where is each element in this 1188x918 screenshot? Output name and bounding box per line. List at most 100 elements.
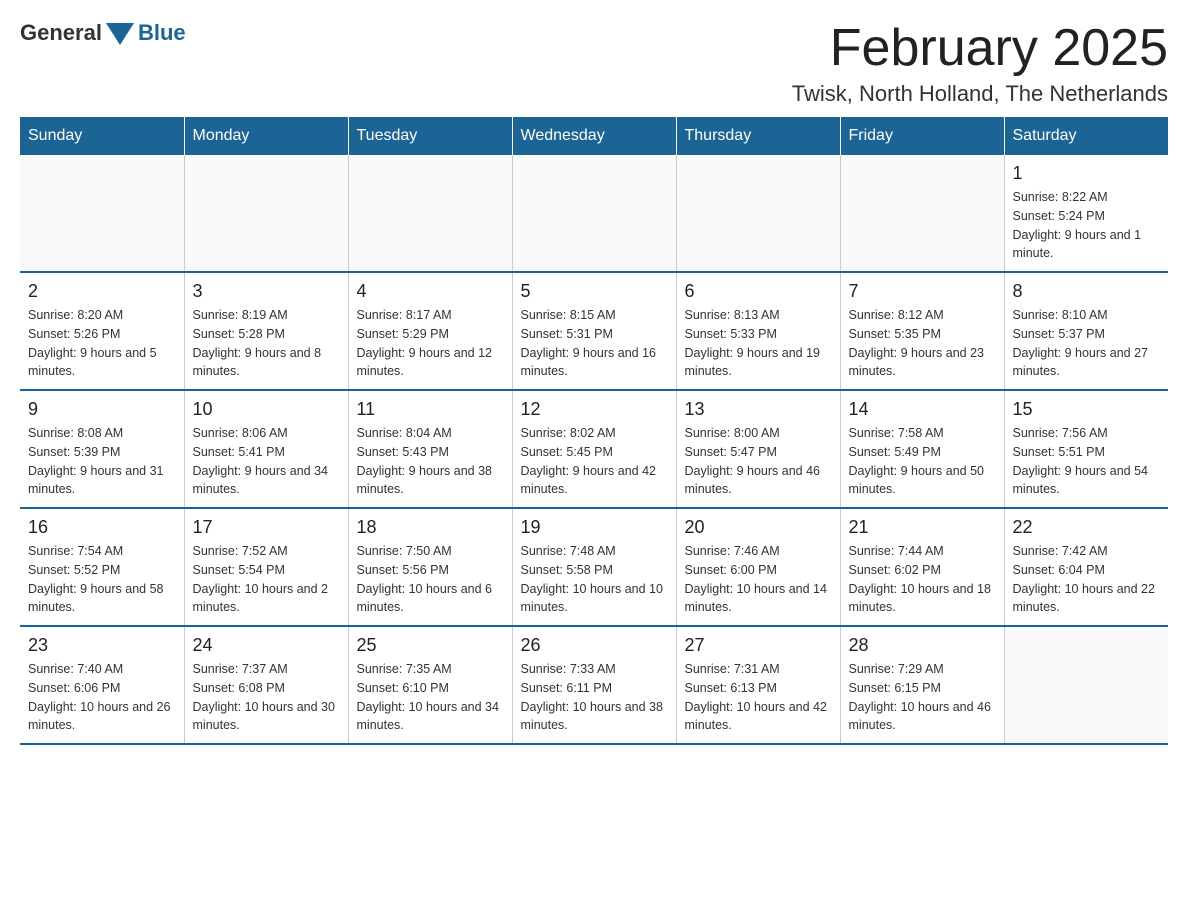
day-number: 5 xyxy=(521,281,668,302)
calendar-cell: 9 Sunrise: 8:08 AMSunset: 5:39 PMDaylight… xyxy=(20,390,184,508)
day-info: Sunrise: 8:13 AMSunset: 5:33 PMDaylight:… xyxy=(685,306,832,381)
calendar-week-row: 16 Sunrise: 7:54 AMSunset: 5:52 PMDayligh… xyxy=(20,508,1168,626)
day-info: Sunrise: 7:33 AMSunset: 6:11 PMDaylight:… xyxy=(521,660,668,735)
day-number: 22 xyxy=(1013,517,1161,538)
calendar-cell: 17Sunrise: 7:52 AMSunset: 5:54 PMDayligh… xyxy=(184,508,348,626)
calendar-cell: 4Sunrise: 8:17 AMSunset: 5:29 PMDaylight… xyxy=(348,272,512,390)
day-number: 7 xyxy=(849,281,996,302)
day-number: 25 xyxy=(357,635,504,656)
day-info: Sunrise: 7:56 AMSunset: 5:51 PMDaylight:… xyxy=(1013,424,1161,499)
day-number: 1 xyxy=(1013,163,1161,184)
calendar-cell: 14 Sunrise: 7:58 AMSunset: 5:49 PMDayligh… xyxy=(840,390,1004,508)
header-friday: Friday xyxy=(840,117,1004,155)
day-info: Sunrise: 8:20 AMSunset: 5:26 PMDaylight:… xyxy=(28,306,176,381)
day-number: 6 xyxy=(685,281,832,302)
calendar-week-row: 1 Sunrise: 8:22 AMSunset: 5:24 PMDaylight… xyxy=(20,155,1168,272)
day-info: Sunrise: 8:22 AMSunset: 5:24 PMDaylight:… xyxy=(1013,188,1161,263)
day-number: 16 xyxy=(28,517,176,538)
day-number: 26 xyxy=(521,635,668,656)
logo-blue-text: Blue xyxy=(138,20,186,46)
day-number: 27 xyxy=(685,635,832,656)
calendar-cell xyxy=(840,155,1004,272)
calendar-title: February 2025 xyxy=(792,20,1168,77)
calendar-cell: 22 Sunrise: 7:42 AMSunset: 6:04 PMDayligh… xyxy=(1004,508,1168,626)
day-info: Sunrise: 8:12 AMSunset: 5:35 PMDaylight:… xyxy=(849,306,996,381)
calendar-cell: 21 Sunrise: 7:44 AMSunset: 6:02 PMDayligh… xyxy=(840,508,1004,626)
calendar-cell: 3 Sunrise: 8:19 AMSunset: 5:28 PMDaylight… xyxy=(184,272,348,390)
day-info: Sunrise: 8:10 AMSunset: 5:37 PMDaylight:… xyxy=(1013,306,1161,381)
calendar-cell: 5Sunrise: 8:15 AMSunset: 5:31 PMDaylight… xyxy=(512,272,676,390)
day-number: 18 xyxy=(357,517,504,538)
day-number: 14 xyxy=(849,399,996,420)
day-info: Sunrise: 7:37 AMSunset: 6:08 PMDaylight:… xyxy=(193,660,340,735)
calendar-cell: 7 Sunrise: 8:12 AMSunset: 5:35 PMDaylight… xyxy=(840,272,1004,390)
calendar-cell: 8 Sunrise: 8:10 AMSunset: 5:37 PMDaylight… xyxy=(1004,272,1168,390)
day-number: 17 xyxy=(193,517,340,538)
day-number: 9 xyxy=(28,399,176,420)
logo: General Blue xyxy=(20,20,186,46)
calendar-week-row: 2 Sunrise: 8:20 AMSunset: 5:26 PMDaylight… xyxy=(20,272,1168,390)
calendar-cell xyxy=(512,155,676,272)
day-number: 21 xyxy=(849,517,996,538)
day-number: 4 xyxy=(357,281,504,302)
calendar-week-row: 23 Sunrise: 7:40 AMSunset: 6:06 PMDayligh… xyxy=(20,626,1168,744)
header-tuesday: Tuesday xyxy=(348,117,512,155)
page-header: General Blue February 2025 Twisk, North … xyxy=(20,20,1168,107)
day-number: 19 xyxy=(521,517,668,538)
calendar-cell: 28 Sunrise: 7:29 AMSunset: 6:15 PMDayligh… xyxy=(840,626,1004,744)
calendar-cell: 18 Sunrise: 7:50 AMSunset: 5:56 PMDayligh… xyxy=(348,508,512,626)
calendar-cell xyxy=(1004,626,1168,744)
calendar-cell: 20Sunrise: 7:46 AMSunset: 6:00 PMDayligh… xyxy=(676,508,840,626)
day-number: 28 xyxy=(849,635,996,656)
calendar-cell: 25 Sunrise: 7:35 AMSunset: 6:10 PMDayligh… xyxy=(348,626,512,744)
day-number: 10 xyxy=(193,399,340,420)
calendar-header-row: Sunday Monday Tuesday Wednesday Thursday… xyxy=(20,117,1168,155)
day-info: Sunrise: 8:04 AMSunset: 5:43 PMDaylight:… xyxy=(357,424,504,499)
calendar-cell: 26 Sunrise: 7:33 AMSunset: 6:11 PMDayligh… xyxy=(512,626,676,744)
calendar-cell: 27 Sunrise: 7:31 AMSunset: 6:13 PMDayligh… xyxy=(676,626,840,744)
day-info: Sunrise: 8:06 AMSunset: 5:41 PMDaylight:… xyxy=(193,424,340,499)
calendar-cell xyxy=(676,155,840,272)
day-number: 12 xyxy=(521,399,668,420)
day-number: 8 xyxy=(1013,281,1161,302)
calendar-cell: 2 Sunrise: 8:20 AMSunset: 5:26 PMDaylight… xyxy=(20,272,184,390)
calendar-subtitle: Twisk, North Holland, The Netherlands xyxy=(792,81,1168,107)
calendar-table: Sunday Monday Tuesday Wednesday Thursday… xyxy=(20,117,1168,745)
day-info: Sunrise: 7:50 AMSunset: 5:56 PMDaylight:… xyxy=(357,542,504,617)
header-sunday: Sunday xyxy=(20,117,184,155)
day-info: Sunrise: 7:54 AMSunset: 5:52 PMDaylight:… xyxy=(28,542,176,617)
day-info: Sunrise: 7:42 AMSunset: 6:04 PMDaylight:… xyxy=(1013,542,1161,617)
day-number: 13 xyxy=(685,399,832,420)
calendar-cell xyxy=(184,155,348,272)
calendar-cell: 16 Sunrise: 7:54 AMSunset: 5:52 PMDayligh… xyxy=(20,508,184,626)
day-number: 2 xyxy=(28,281,176,302)
calendar-cell: 24Sunrise: 7:37 AMSunset: 6:08 PMDayligh… xyxy=(184,626,348,744)
calendar-cell: 23 Sunrise: 7:40 AMSunset: 6:06 PMDayligh… xyxy=(20,626,184,744)
day-info: Sunrise: 7:40 AMSunset: 6:06 PMDaylight:… xyxy=(28,660,176,735)
calendar-cell: 6 Sunrise: 8:13 AMSunset: 5:33 PMDaylight… xyxy=(676,272,840,390)
header-wednesday: Wednesday xyxy=(512,117,676,155)
calendar-cell xyxy=(348,155,512,272)
calendar-cell: 13Sunrise: 8:00 AMSunset: 5:47 PMDayligh… xyxy=(676,390,840,508)
day-info: Sunrise: 8:02 AMSunset: 5:45 PMDaylight:… xyxy=(521,424,668,499)
day-number: 11 xyxy=(357,399,504,420)
day-number: 23 xyxy=(28,635,176,656)
title-section: February 2025 Twisk, North Holland, The … xyxy=(792,20,1168,107)
day-info: Sunrise: 7:35 AMSunset: 6:10 PMDaylight:… xyxy=(357,660,504,735)
calendar-cell: 1 Sunrise: 8:22 AMSunset: 5:24 PMDaylight… xyxy=(1004,155,1168,272)
logo-general-text: General xyxy=(20,20,102,46)
day-info: Sunrise: 8:19 AMSunset: 5:28 PMDaylight:… xyxy=(193,306,340,381)
day-number: 3 xyxy=(193,281,340,302)
day-number: 15 xyxy=(1013,399,1161,420)
day-info: Sunrise: 7:31 AMSunset: 6:13 PMDaylight:… xyxy=(685,660,832,735)
calendar-cell: 10 Sunrise: 8:06 AMSunset: 5:41 PMDayligh… xyxy=(184,390,348,508)
day-info: Sunrise: 7:29 AMSunset: 6:15 PMDaylight:… xyxy=(849,660,996,735)
day-info: Sunrise: 7:58 AMSunset: 5:49 PMDaylight:… xyxy=(849,424,996,499)
day-info: Sunrise: 8:08 AMSunset: 5:39 PMDaylight:… xyxy=(28,424,176,499)
day-info: Sunrise: 7:44 AMSunset: 6:02 PMDaylight:… xyxy=(849,542,996,617)
header-monday: Monday xyxy=(184,117,348,155)
day-info: Sunrise: 7:48 AMSunset: 5:58 PMDaylight:… xyxy=(521,542,668,617)
logo-triangle-icon xyxy=(106,23,134,45)
calendar-cell: 11 Sunrise: 8:04 AMSunset: 5:43 PMDayligh… xyxy=(348,390,512,508)
header-thursday: Thursday xyxy=(676,117,840,155)
